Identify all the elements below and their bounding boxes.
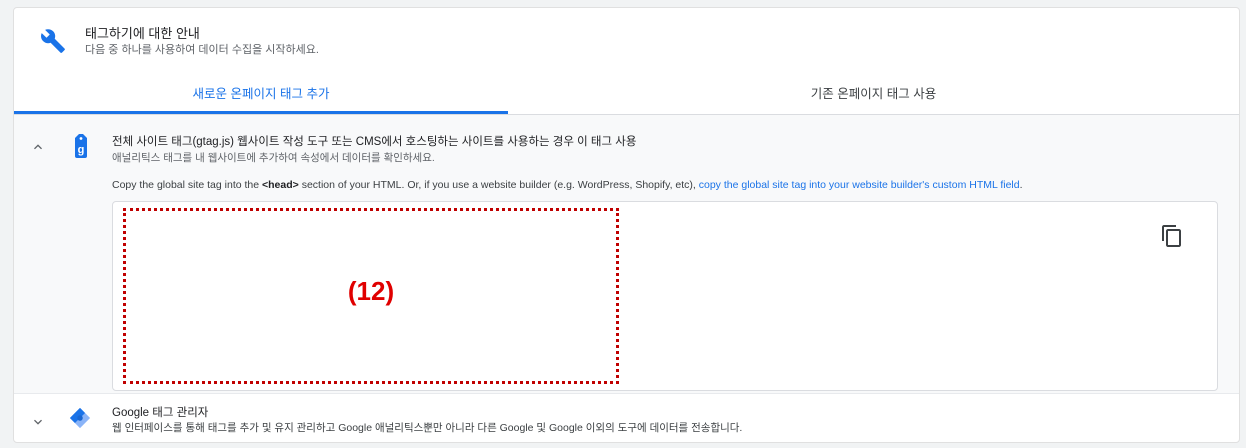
chevron-down-icon[interactable] [30,414,46,430]
instruction-middle: section of your HTML. Or, if you use a w… [298,179,699,191]
svg-text:g: g [78,144,85,156]
gtag-title: 전체 사이트 태그(gtag.js) 웹사이트 작성 도구 또는 CMS에서 호… [112,136,637,148]
redaction-box: (12) [123,208,619,384]
wrench-icon [41,29,65,53]
tab-existing-onpage-tag[interactable]: 기존 온페이지 태그 사용 [508,74,1239,114]
tagging-guide-card: 태그하기에 대한 안내 다음 중 하나를 사용하여 데이터 수집을 시작하세요.… [13,7,1240,443]
gtag-icon: g [75,134,87,158]
redaction-label: (12) [347,276,395,306]
gtag-section: g 전체 사이트 태그(gtag.js) 웹사이트 작성 도구 또는 CMS에서… [14,115,1239,393]
website-builder-link[interactable]: copy the global site tag into your websi… [699,179,1020,191]
card-subtitle: 다음 중 하나를 사용하여 데이터 수집을 시작하세요. [85,44,319,56]
gtag-code-box[interactable]: (12) [112,201,1218,391]
tag-manager-icon [69,407,91,429]
gtag-instruction: Copy the global site tag into the <head>… [112,179,1023,191]
copy-icon[interactable] [1160,224,1184,248]
gtm-subtitle: 웹 인터페이스를 통해 태그를 추가 및 유지 관리하고 Google 애널리틱… [112,422,743,434]
gtm-title: Google 태그 관리자 [112,407,209,419]
instruction-prefix: Copy the global site tag into the [112,179,263,191]
instruction-suffix: . [1019,179,1023,191]
card-header: 태그하기에 대한 안내 다음 중 하나를 사용하여 데이터 수집을 시작하세요. [14,8,1239,74]
chevron-up-icon[interactable] [30,139,46,155]
instruction-head-tag: <head> [262,179,299,191]
gtag-subtitle: 애널리틱스 태그를 내 웹사이트에 추가하여 속성에서 데이터를 확인하세요. [112,152,435,164]
tab-new-onpage-tag[interactable]: 새로운 온페이지 태그 추가 [14,74,508,114]
active-tab-indicator [14,111,508,114]
card-title: 태그하기에 대한 안내 [85,26,200,41]
tab-bar: 새로운 온페이지 태그 추가 기존 온페이지 태그 사용 [14,74,1239,115]
gtm-section: Google 태그 관리자 웹 인터페이스를 통해 태그를 추가 및 유지 관리… [14,393,1239,442]
